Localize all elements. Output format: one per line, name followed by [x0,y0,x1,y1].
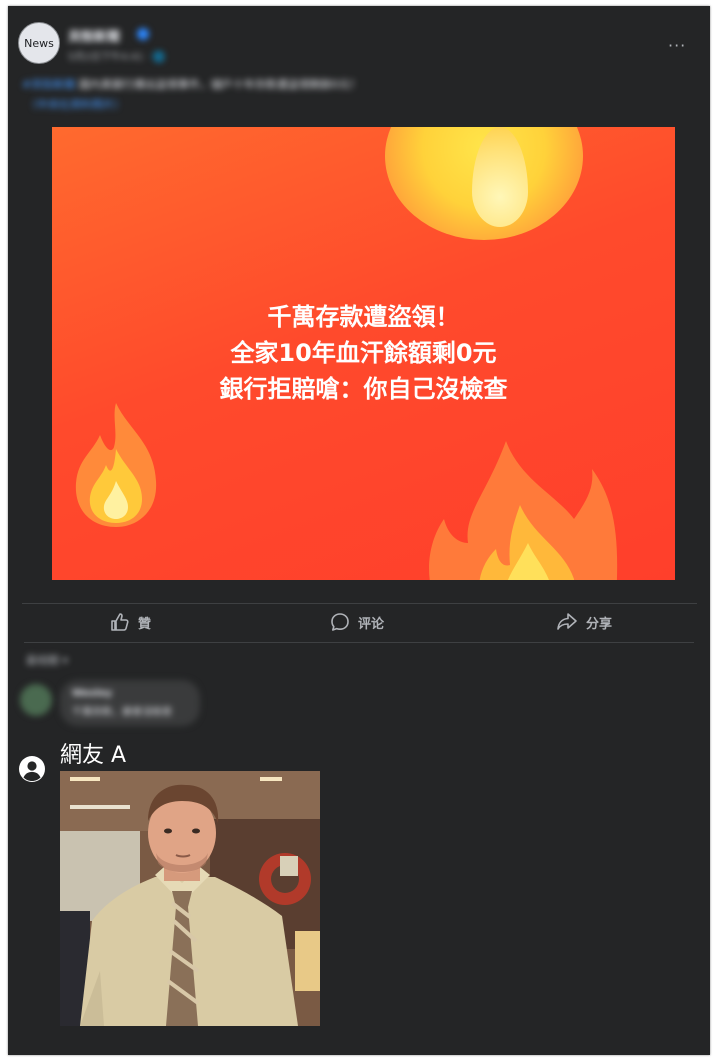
netizen-name[interactable]: 網友 A [60,737,126,769]
headline-line-3: 銀行拒賠嗆：你自己沒檢查 [219,375,508,403]
commenter-avatar[interactable] [20,684,52,716]
like-label: 贊 [138,616,152,632]
image-headline: 千萬存款遭盜領！ 全家10年血汗餘額剩0元 銀行拒賠嗆：你自己沒檢查 [52,299,675,407]
user-avatar-icon[interactable] [19,756,45,782]
thumbs-up-icon [111,613,129,631]
headline-line-1: 千萬存款遭盜領！ [267,303,460,331]
page-avatar[interactable]: News [18,22,60,64]
divider-top [22,603,697,604]
comment-bubble: Wesley 千萬存款，誰會沒檢查 [60,680,200,726]
comment-sort-dropdown[interactable]: 最相關 ▾ [26,652,68,668]
share-button[interactable]: 分享 [556,612,612,632]
commenter-name[interactable]: Wesley [72,688,188,699]
headline-line-2: 全家10年血汗餘額剩0元 [230,339,497,367]
meme-image[interactable] [60,771,320,1026]
divider-bottom [24,642,694,643]
post-caption: #貝殼新聞 國內某銀行爆出盜領事件，儲戶十年存款遭盜領剩餘0元！ [22,76,361,92]
comment-button[interactable]: 评论 [330,612,384,632]
fire-emoji-small-icon [75,403,157,527]
fire-emoji-large-icon [429,441,618,580]
more-options-icon[interactable]: ··· [668,36,686,55]
caption-more[interactable]: （中央社資料照片） [26,96,125,112]
comment-text: 千萬存款，誰會沒檢查 [72,707,172,718]
post-timestamp[interactable]: 5月2日下午4:41 · 🌐 [68,48,165,63]
like-button[interactable]: 贊 [110,612,151,632]
share-arrow-icon [557,613,577,630]
verified-badge-icon [137,28,149,40]
caption-hashtag[interactable]: #貝殼新聞 [22,78,75,91]
caption-text: 國內某銀行爆出盜領事件，儲戶十年存款遭盜領剩餘0元！ [78,78,361,91]
comment-label: 评论 [358,616,385,632]
share-label: 分享 [586,616,613,632]
post-image[interactable]: 千萬存款遭盜領！ 全家10年血汗餘額剩0元 銀行拒賠嗆：你自己沒檢查 [52,127,675,580]
page-name[interactable]: 貝殼新聞 [68,26,120,45]
comment-bubble-icon [331,613,349,631]
